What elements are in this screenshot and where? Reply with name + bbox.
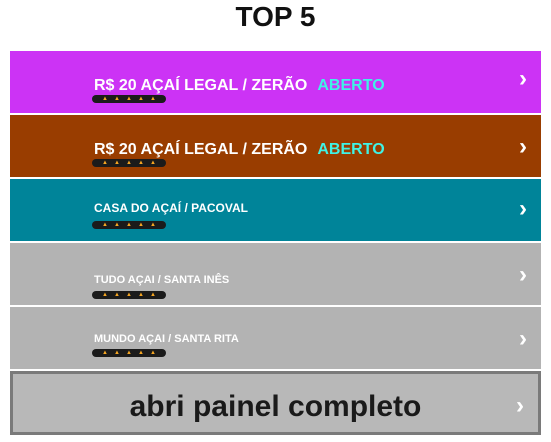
star-icon: ▲ [114,96,120,102]
star-icon: ▲ [126,292,132,298]
chevron-right-icon[interactable]: › [519,197,527,221]
rating-stars: ▲ ▲ ▲ ▲ ▲ [92,349,166,357]
item-label: CASA DO AÇAÍ / PACOVAL [94,201,249,215]
list-item[interactable]: R$ 20 AÇAÍ LEGAL / ZERÃO ABERTO ▲ ▲ ▲ ▲ ▲ › [10,51,541,113]
star-icon: ▲ [137,96,144,102]
page-title: TOP 5 [235,1,316,32]
rating-stars: ▲ ▲ ▲ ▲ ▲ [92,159,166,167]
chevron-right-icon[interactable]: › [519,135,527,159]
star-icon: ▲ [102,292,108,298]
open-full-panel-button[interactable]: abri painel completo › [10,371,541,435]
star-icon: ▲ [114,222,120,228]
item-name: R$ 20 AÇAÍ LEGAL / ZERÃO [94,77,308,94]
star-icon: ▲ [137,292,144,298]
star-icon: ▲ [137,160,144,166]
list-item[interactable]: TUDO AÇAI / SANTA INÊS ▲ ▲ ▲ ▲ ▲ › [10,243,541,305]
item-label: R$ 20 AÇAÍ LEGAL / ZERÃO ABERTO [94,141,385,159]
star-icon: ▲ [126,96,132,102]
item-label: R$ 20 AÇAÍ LEGAL / ZERÃO ABERTO [94,77,385,95]
cta-label: abri painel completo [129,390,422,423]
star-icon: ▲ [149,222,156,228]
rating-stars: ▲ ▲ ▲ ▲ ▲ [92,221,166,229]
star-icon: ▲ [102,350,108,356]
star-icon: ▲ [114,350,120,356]
star-icon: ▲ [137,222,144,228]
rating-stars: ▲ ▲ ▲ ▲ ▲ [92,95,166,103]
star-icon: ▲ [126,160,132,166]
chevron-right-icon[interactable]: › [519,67,527,91]
star-icon: ▲ [149,350,156,356]
star-icon: ▲ [102,160,108,166]
rating-stars: ▲ ▲ ▲ ▲ ▲ [92,291,166,299]
item-label: MUNDO AÇAI / SANTA RITA [94,333,239,345]
star-icon: ▲ [149,292,156,298]
list-item[interactable]: CASA DO AÇAÍ / PACOVAL ▲ ▲ ▲ ▲ ▲ › [10,179,541,241]
status-badge: ABERTO [317,77,385,94]
star-icon: ▲ [126,350,132,356]
star-icon: ▲ [149,96,156,102]
chevron-right-icon: › [516,392,524,419]
chevron-right-icon[interactable]: › [519,263,527,287]
item-name: R$ 20 AÇAÍ LEGAL / ZERÃO [94,141,308,158]
list-item[interactable]: MUNDO AÇAI / SANTA RITA ▲ ▲ ▲ ▲ ▲ › [10,307,541,369]
status-badge: ABERTO [317,141,385,158]
star-icon: ▲ [102,222,108,228]
star-icon: ▲ [137,350,144,356]
star-icon: ▲ [149,160,156,166]
star-icon: ▲ [114,292,120,298]
star-icon: ▲ [126,222,132,228]
star-icon: ▲ [114,160,120,166]
chevron-right-icon[interactable]: › [519,327,527,351]
list-item[interactable]: R$ 20 AÇAÍ LEGAL / ZERÃO ABERTO ▲ ▲ ▲ ▲ ▲ › [10,115,541,177]
item-label: TUDO AÇAI / SANTA INÊS [94,274,230,286]
star-icon: ▲ [102,96,108,102]
